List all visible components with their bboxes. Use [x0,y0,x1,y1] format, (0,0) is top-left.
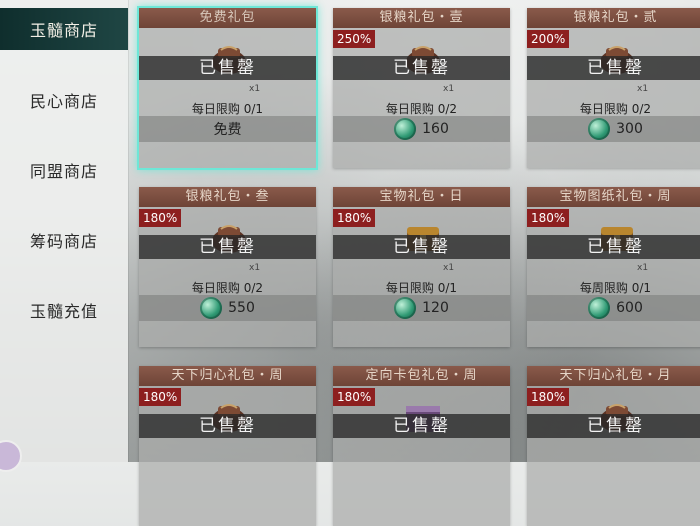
price-value: 600 [616,300,643,316]
card-title: 银粮礼包・壹 [333,8,510,28]
jade-icon [394,297,417,319]
jade-icon [200,297,223,319]
sold-out-label: 已售罄 [139,414,316,438]
sidebar-item-label: 玉髓充值 [29,302,98,321]
sidebar-item-label: 玉髓商店 [29,21,98,40]
purchase-limit: 每日限购 0/1 [191,102,264,116]
sidebar-item-jade-shop[interactable]: 玉髓商店 [0,8,128,50]
sidebar-item-jade-recharge[interactable]: 玉髓充值 [0,286,128,334]
price-value: 300 [616,121,643,137]
jade-icon [394,118,417,140]
bonus-badge: 200% [527,30,570,48]
card-title: 天下归心礼包・月 [527,366,700,386]
price-button[interactable]: 300 [527,116,700,142]
purchase-limit: 每日限购 0/2 [385,102,458,116]
sold-out-label: 已售罄 [333,56,510,80]
bonus-badge: 180% [527,388,570,406]
sold-out-label: 已售罄 [333,235,510,259]
gift-pack-card[interactable]: 免费礼包 已售罄 x1 每日限购 0/1 免费 [137,6,318,170]
sidebar-item-label: 民心商店 [29,92,98,111]
sold-out-label: 已售罄 [333,414,510,438]
price-value: 免费 [213,122,242,138]
card-title: 宝物图纸礼包・周 [527,187,700,207]
gift-pack-card[interactable]: 天下归心礼包・月 180% 已售罄 [527,366,700,526]
price-value: 550 [228,300,255,316]
jade-icon [588,297,611,319]
bonus-badge: 180% [333,388,376,406]
sold-out-label: 已售罄 [527,56,700,80]
jade-icon [588,118,611,140]
card-title: 定向卡包礼包・周 [333,366,510,386]
sidebar-item-people-shop[interactable]: 民心商店 [0,76,128,124]
card-title: 银粮礼包・贰 [527,8,700,28]
card-title: 银粮礼包・叁 [139,187,316,207]
purchase-limit: 每日限购 0/1 [385,281,458,295]
shop-sidebar: 玉髓商店 民心商店 同盟商店 筹码商店 玉髓充值 [0,0,128,472]
sidebar-item-chip-shop[interactable]: 筹码商店 [0,216,128,264]
price-button[interactable]: 120 [333,295,510,321]
card-title: 天下归心礼包・周 [139,366,316,386]
price-button[interactable]: 550 [139,295,316,321]
purchase-limit: 每周限购 0/1 [579,281,652,295]
price-value: 120 [422,300,449,316]
sold-out-label: 已售罄 [527,235,700,259]
sold-out-label: 已售罄 [527,414,700,438]
price-button[interactable]: 免费 [139,116,316,142]
item-quantity: x1 [637,263,649,273]
price-button[interactable]: 600 [527,295,700,321]
sidebar-item-alliance-shop[interactable]: 同盟商店 [0,146,128,194]
gift-pack-card[interactable]: 宝物图纸礼包・周 180% 已售罄 x1 每周限购 0/1 600 [527,187,700,347]
gift-pack-card[interactable]: 定向卡包礼包・周 180% 已售罄 [333,366,510,526]
gift-pack-card[interactable]: 银粮礼包・叁 180% 已售罄 x1 每日限购 0/2 550 [139,187,316,347]
sidebar-item-label: 同盟商店 [29,162,98,181]
item-quantity: x1 [443,263,455,273]
item-quantity: x1 [249,84,261,94]
bonus-badge: 250% [333,30,376,48]
sidebar-item-label: 筹码商店 [29,232,98,251]
card-title: 免费礼包 [139,8,316,28]
gift-pack-card[interactable]: 银粮礼包・贰 200% 已售罄 x1 每日限购 0/2 300 [527,8,700,168]
price-value: 160 [422,121,449,137]
item-quantity: x1 [249,263,261,273]
bonus-badge: 180% [527,209,570,227]
gift-pack-card[interactable]: 银粮礼包・壹 250% 已售罄 x1 每日限购 0/2 160 [333,8,510,168]
bonus-badge: 180% [139,209,182,227]
bonus-badge: 180% [333,209,376,227]
card-title: 宝物礼包・日 [333,187,510,207]
bonus-badge: 180% [139,388,182,406]
purchase-limit: 每日限购 0/2 [579,102,652,116]
gift-pack-card[interactable]: 宝物礼包・日 180% 已售罄 x1 每日限购 0/1 120 [333,187,510,347]
sold-out-label: 已售罄 [139,235,316,259]
purchase-limit: 每日限购 0/2 [191,281,264,295]
sold-out-label: 已售罄 [139,56,316,80]
item-quantity: x1 [443,84,455,94]
avatar[interactable] [0,440,22,472]
price-button[interactable]: 160 [333,116,510,142]
gift-pack-card[interactable]: 天下归心礼包・周 180% 已售罄 [139,366,316,526]
item-quantity: x1 [637,84,649,94]
